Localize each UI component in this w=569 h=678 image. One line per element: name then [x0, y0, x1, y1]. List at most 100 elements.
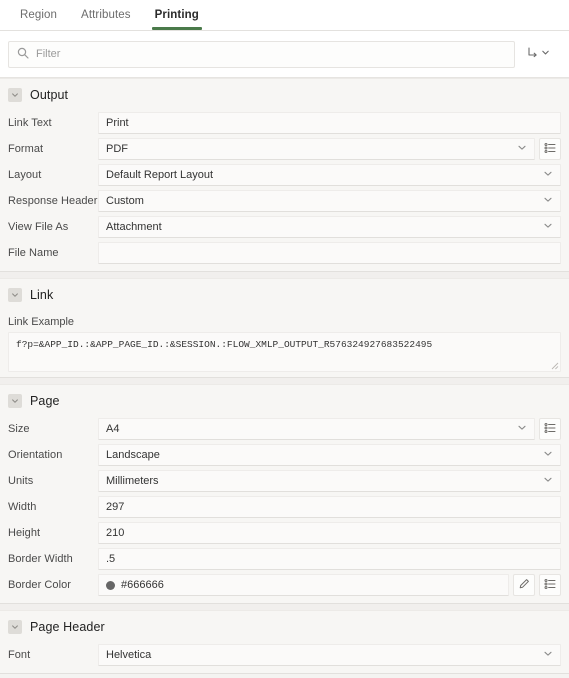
- color-picker-button[interactable]: [513, 574, 535, 596]
- select-view-file-as[interactable]: Attachment: [98, 216, 561, 238]
- input-file-name[interactable]: [98, 242, 561, 264]
- label-file-name: File Name: [8, 247, 59, 259]
- label-border-width: Border Width: [8, 553, 73, 565]
- field-row-format: Format PDF: [0, 136, 569, 162]
- label-height: Height: [8, 527, 41, 539]
- select-size[interactable]: A4: [98, 418, 535, 440]
- select-units-value: Millimeters: [106, 475, 159, 487]
- list-of-values-icon: [544, 142, 556, 157]
- textarea-link-example[interactable]: f?p=&APP_ID.:&APP_PAGE_ID.:&SESSION.:FLO…: [8, 332, 561, 372]
- input-border-width-value: .5: [106, 553, 116, 565]
- label-link-example: Link Example: [8, 316, 75, 328]
- field-row-width: Width 297: [0, 494, 569, 520]
- collapse-toggle-page-header[interactable]: [8, 620, 22, 634]
- label-size: Size: [8, 423, 30, 435]
- field-row-view-file-as: View File As Attachment: [0, 214, 569, 240]
- list-of-values-icon: [544, 422, 556, 437]
- chevron-down-icon: [543, 449, 553, 462]
- section-output: Output Link Text Print Format PDF Layout…: [0, 78, 569, 272]
- go-to-arrow-icon: [526, 46, 539, 62]
- field-row-size: Size A4: [0, 416, 569, 442]
- section-page-title: Page: [30, 394, 60, 408]
- utilities-button[interactable]: [515, 39, 561, 69]
- lov-button-border-color[interactable]: [539, 574, 561, 596]
- section-page-header[interactable]: Page: [0, 385, 569, 416]
- resize-handle-icon[interactable]: [550, 361, 559, 370]
- search-icon: [17, 47, 29, 62]
- field-row-border-width: Border Width .5: [0, 546, 569, 572]
- search-box[interactable]: [8, 40, 515, 68]
- chevron-down-icon: [517, 423, 527, 436]
- field-row-file-name: File Name: [0, 240, 569, 266]
- collapse-toggle-output[interactable]: [8, 88, 22, 102]
- list-of-values-icon: [544, 578, 556, 593]
- section-page-header-title: Page Header: [30, 620, 105, 634]
- input-width-value: 297: [106, 501, 125, 513]
- collapse-toggle-page[interactable]: [8, 394, 22, 408]
- section-link-title: Link: [30, 288, 54, 302]
- input-height[interactable]: 210: [98, 522, 561, 544]
- section-page: Page Size A4 Orientation Landscape Units…: [0, 384, 569, 604]
- field-row-link-text: Link Text Print: [0, 110, 569, 136]
- label-font: Font: [8, 649, 31, 661]
- label-width: Width: [8, 501, 37, 513]
- color-swatch: [106, 580, 115, 590]
- field-row-orientation: Orientation Landscape: [0, 442, 569, 468]
- field-row-font: Font Helvetica: [0, 642, 569, 668]
- select-font-value: Helvetica: [106, 649, 152, 661]
- input-link-text[interactable]: Print: [98, 112, 561, 134]
- tab-region[interactable]: Region: [8, 0, 69, 30]
- select-format[interactable]: PDF: [98, 138, 535, 160]
- search-input[interactable]: [36, 48, 506, 60]
- select-view-file-as-value: Attachment: [106, 221, 162, 233]
- select-size-value: A4: [106, 423, 120, 435]
- collapse-toggle-link[interactable]: [8, 288, 22, 302]
- select-font[interactable]: Helvetica: [98, 644, 561, 666]
- label-orientation: Orientation: [8, 449, 63, 461]
- section-output-header[interactable]: Output: [0, 79, 569, 110]
- select-response-header-value: Custom: [106, 195, 144, 207]
- tab-bar: Region Attributes Printing: [0, 0, 569, 31]
- input-link-text-value: Print: [106, 117, 129, 129]
- color-picker-icon: [518, 578, 530, 593]
- section-page-header-title-row[interactable]: Page Header: [0, 611, 569, 642]
- chevron-down-icon: [543, 475, 553, 488]
- chevron-down-icon: [543, 221, 553, 234]
- select-layout[interactable]: Default Report Layout: [98, 164, 561, 186]
- select-orientation[interactable]: Landscape: [98, 444, 561, 466]
- label-response-header: Response Header: [8, 195, 98, 207]
- section-page-header-group: Page Header Font Helvetica: [0, 610, 569, 674]
- label-link-text: Link Text: [8, 117, 52, 129]
- select-format-value: PDF: [106, 143, 128, 155]
- chevron-down-icon: [543, 649, 553, 662]
- field-row-response-header: Response Header Custom: [0, 188, 569, 214]
- select-response-header[interactable]: Custom: [98, 190, 561, 212]
- chevron-down-icon: [543, 195, 553, 208]
- field-row-layout: Layout Default Report Layout: [0, 162, 569, 188]
- input-border-width[interactable]: .5: [98, 548, 561, 570]
- label-layout: Layout: [8, 169, 42, 181]
- select-orientation-value: Landscape: [106, 449, 160, 461]
- label-format: Format: [8, 143, 44, 155]
- field-row-border-color: Border Color #666666: [0, 572, 569, 598]
- label-border-color: Border Color: [8, 579, 71, 591]
- chevron-down-icon: [543, 169, 553, 182]
- lov-button-format[interactable]: [539, 138, 561, 160]
- input-width[interactable]: 297: [98, 496, 561, 518]
- field-row-height: Height 210: [0, 520, 569, 546]
- section-link: Link Link Example f?p=&APP_ID.:&APP_PAGE…: [0, 278, 569, 378]
- section-output-title: Output: [30, 88, 69, 102]
- chevron-down-icon: [541, 48, 550, 60]
- tab-region-label: Region: [20, 9, 58, 21]
- section-link-header[interactable]: Link: [0, 279, 569, 310]
- input-border-color[interactable]: #666666: [98, 574, 509, 596]
- textarea-link-example-value: f?p=&APP_ID.:&APP_PAGE_ID.:&SESSION.:FLO…: [16, 339, 433, 350]
- tab-printing[interactable]: Printing: [143, 0, 211, 30]
- label-units: Units: [8, 475, 34, 487]
- select-units[interactable]: Millimeters: [98, 470, 561, 492]
- select-layout-value: Default Report Layout: [106, 169, 214, 181]
- chevron-down-icon: [517, 143, 527, 156]
- tab-attributes[interactable]: Attributes: [69, 0, 143, 30]
- tab-printing-label: Printing: [154, 9, 199, 21]
- lov-button-size[interactable]: [539, 418, 561, 440]
